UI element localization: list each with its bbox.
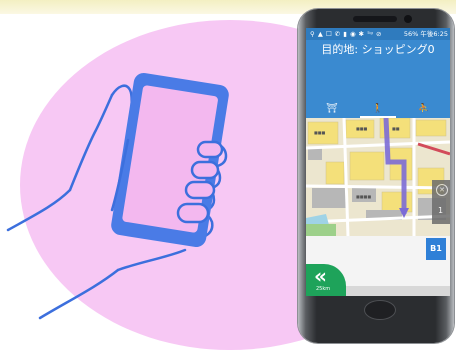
floor-button[interactable]: B1 xyxy=(426,238,446,260)
transport-tabs: ⛩ 🚶 ⛹ xyxy=(306,100,450,118)
status-time: 56% 午後6:25 xyxy=(403,30,448,38)
tab-transit[interactable]: ⛩ xyxy=(310,100,354,118)
svg-text:■■■: ■■■ xyxy=(356,126,368,131)
status-icons: ⚲ ▲ ☐ ✆ ▮ ◉ ✱ ⁵ᵍ ⊘ xyxy=(310,30,382,38)
tab-accessibility[interactable]: ⛹ xyxy=(402,100,446,118)
map-graphic: ■■■ ■■■ ■■ ■■■■ xyxy=(306,118,450,236)
svg-text:■■■: ■■■ xyxy=(314,130,326,135)
zoom-level: 1 xyxy=(438,206,444,215)
map-view[interactable]: ■■■ ■■■ ■■ ■■■■ xyxy=(306,118,450,236)
map-zoom-control[interactable]: ✕ 1 xyxy=(432,180,450,224)
home-button[interactable] xyxy=(364,300,396,320)
tab-walk[interactable]: 🚶 xyxy=(356,100,400,118)
hand-holding-phone-illustration xyxy=(6,72,229,320)
double-chevron-left-icon: « xyxy=(314,264,327,288)
earpiece-speaker xyxy=(353,16,397,22)
destination-title: 目的地: ショッピング0 xyxy=(321,43,435,56)
svg-text:■■■■: ■■■■ xyxy=(356,194,371,199)
phone-screen: ⚲ ▲ ☐ ✆ ▮ ◉ ✱ ⁵ᵍ ⊘ 56% 午後6:25 目的地: ショッピン… xyxy=(306,28,450,296)
svg-text:■■: ■■ xyxy=(392,126,400,131)
close-icon[interactable]: ✕ xyxy=(436,184,448,196)
back-button-label: 25km xyxy=(316,286,331,292)
status-bar: ⚲ ▲ ☐ ✆ ▮ ◉ ✱ ⁵ᵍ ⊘ 56% 午後6:25 xyxy=(306,28,450,40)
front-camera xyxy=(404,15,412,23)
